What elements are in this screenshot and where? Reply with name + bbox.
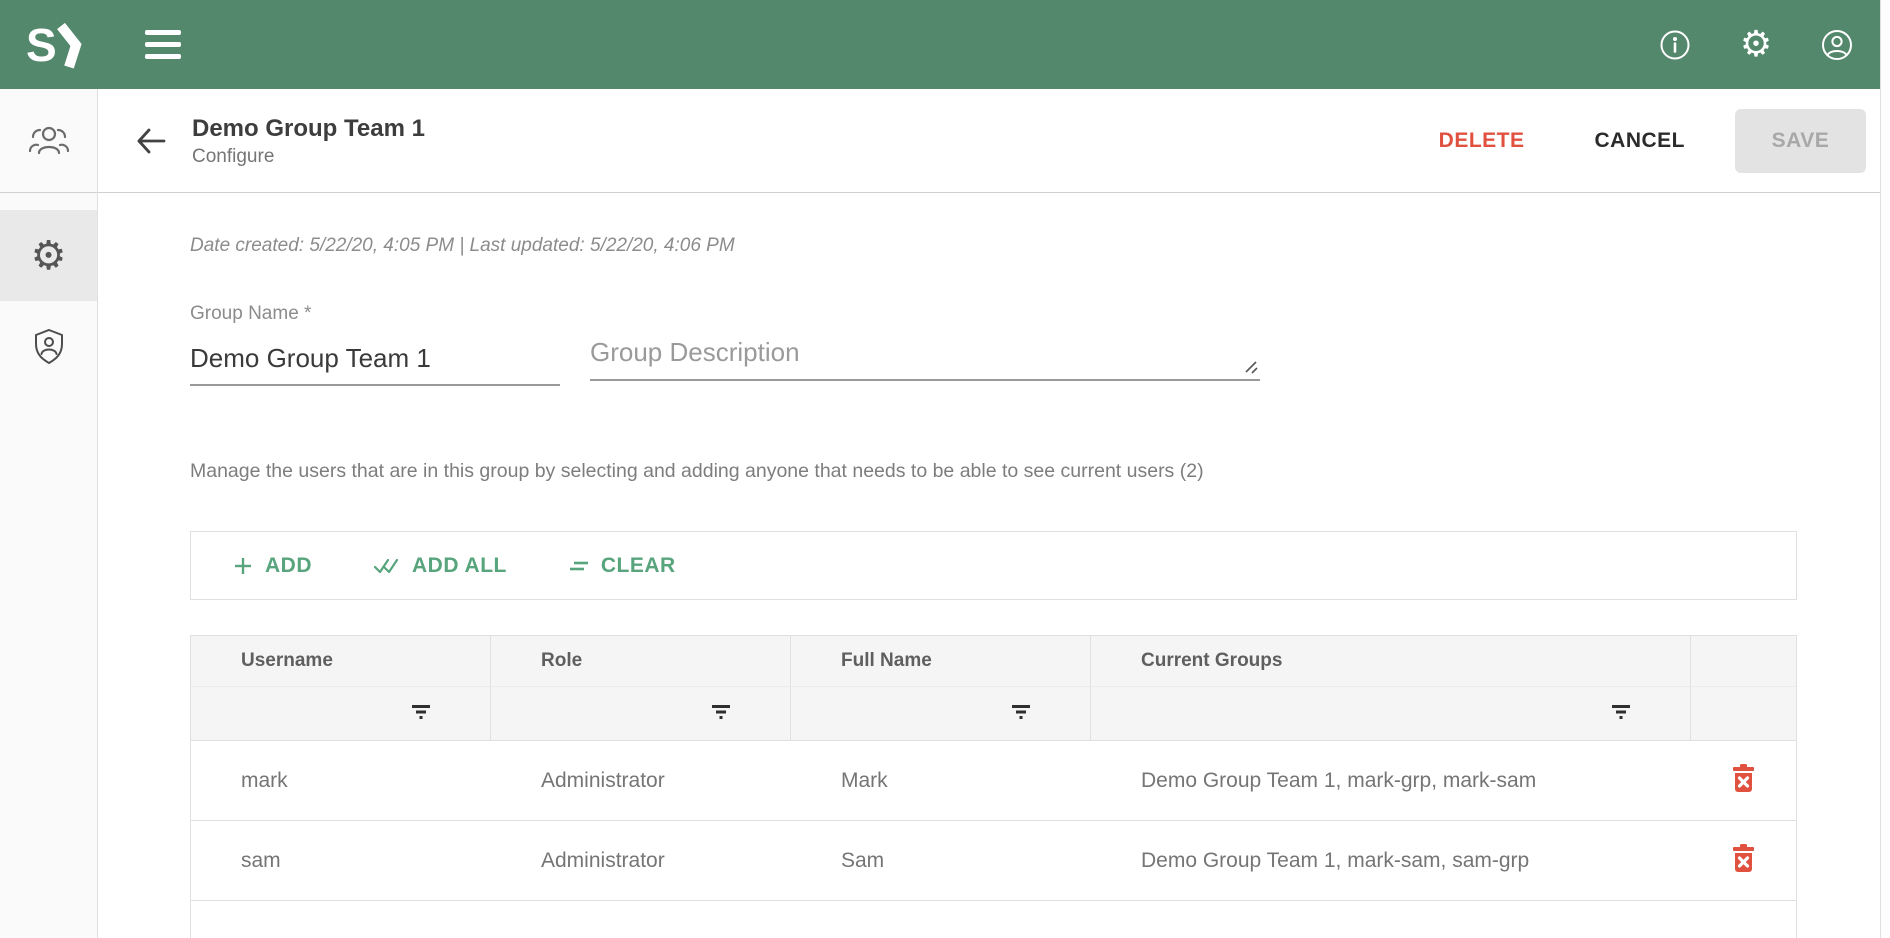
shield-user-icon — [31, 327, 67, 367]
group-name-label: Group Name * — [190, 303, 560, 325]
filter-current-groups-button[interactable] — [1607, 701, 1635, 726]
topbar-actions: ⚙ — [1658, 28, 1854, 62]
cell-username: sam — [191, 821, 491, 900]
filter-icon — [1011, 705, 1031, 719]
table-filter-row — [191, 686, 1796, 740]
column-header-username[interactable]: Username — [191, 636, 491, 686]
filter-icon — [1611, 705, 1631, 719]
column-header-actions — [1691, 636, 1796, 686]
cell-current-groups: Demo Group Team 1, mark-sam, sam-grp — [1091, 821, 1691, 900]
remove-user-button[interactable] — [1730, 844, 1757, 877]
info-icon[interactable] — [1658, 28, 1692, 62]
back-arrow-icon — [134, 124, 168, 158]
groups-icon — [27, 121, 71, 161]
cell-current-groups: Demo Group Team 1, mark-grp, mark-sam — [1091, 741, 1691, 820]
cell-role: Administrator — [491, 821, 791, 900]
sidebar-item-access-control[interactable] — [0, 301, 97, 392]
column-header-full-name[interactable]: Full Name — [791, 636, 1091, 686]
trash-icon — [1730, 764, 1757, 794]
back-button[interactable] — [134, 124, 168, 158]
table-row-partial — [191, 900, 1796, 938]
filter-full-name-button[interactable] — [1007, 701, 1035, 726]
add-all-button[interactable]: ADD ALL — [374, 554, 507, 578]
page-subtitle: Configure — [192, 146, 425, 168]
manage-users-description: Manage the users that are in this group … — [190, 460, 1880, 483]
gear-icon[interactable]: ⚙ — [1739, 28, 1773, 62]
cell-full-name: Mark — [791, 741, 1091, 820]
column-header-role[interactable]: Role — [491, 636, 791, 686]
filter-role-button[interactable] — [707, 701, 735, 726]
add-button-label: ADD — [265, 554, 312, 578]
scrollbar-track[interactable] — [1880, 0, 1890, 938]
filter-icon — [411, 705, 431, 719]
group-description-input[interactable] — [590, 329, 1260, 381]
logo-letter: S — [26, 22, 55, 68]
clear-button[interactable]: CLEAR — [569, 554, 676, 578]
logo-mark-icon — [57, 23, 83, 69]
content-area: Date created: 5/22/20, 4:05 PM | Last up… — [98, 193, 1880, 938]
sidebar-item-settings[interactable]: ⚙ — [0, 210, 97, 301]
table-header-row: Username Role Full Name Current Groups — [191, 636, 1796, 686]
clear-button-label: CLEAR — [601, 554, 676, 578]
table-row: mark Administrator Mark Demo Group Team … — [191, 740, 1796, 820]
app-logo: S — [26, 21, 83, 69]
account-icon[interactable] — [1820, 28, 1854, 62]
filter-username-button[interactable] — [407, 701, 435, 726]
remove-user-button[interactable] — [1730, 764, 1757, 797]
add-button[interactable]: ADD — [233, 554, 312, 578]
users-table: Username Role Full Name Current Groups — [190, 635, 1797, 938]
cancel-button[interactable]: CANCEL — [1575, 115, 1706, 167]
menu-icon[interactable] — [145, 30, 181, 59]
cell-username: mark — [191, 741, 491, 820]
cell-full-name: Sam — [791, 821, 1091, 900]
gear-icon: ⚙ — [31, 236, 67, 276]
page-header: Demo Group Team 1 Configure DELETE CANCE… — [98, 89, 1880, 193]
dates-meta-line: Date created: 5/22/20, 4:05 PM | Last up… — [190, 235, 1880, 257]
delete-button[interactable]: DELETE — [1419, 115, 1545, 167]
add-all-button-label: ADD ALL — [412, 554, 507, 578]
double-check-icon — [374, 557, 400, 575]
page-title: Demo Group Team 1 — [192, 114, 425, 144]
sidebar-item-groups[interactable] — [27, 121, 71, 161]
table-row: sam Administrator Sam Demo Group Team 1,… — [191, 820, 1796, 900]
resize-handle-icon[interactable] — [1245, 361, 1258, 374]
group-name-input[interactable] — [190, 339, 560, 386]
group-form-row: Group Name * — [190, 303, 1880, 386]
sidebar: ⚙ — [0, 89, 98, 938]
trash-icon — [1730, 844, 1757, 874]
top-app-bar: S ⚙ — [0, 0, 1890, 89]
column-header-current-groups[interactable]: Current Groups — [1091, 636, 1691, 686]
app-window: S ⚙ — [0, 0, 1890, 938]
clear-icon — [569, 558, 589, 574]
header-actions: DELETE CANCEL SAVE — [1419, 109, 1866, 173]
save-button[interactable]: SAVE — [1735, 109, 1866, 173]
cell-role: Administrator — [491, 741, 791, 820]
filter-icon — [711, 705, 731, 719]
users-grid-toolbar: ADD ADD ALL CLEAR — [190, 531, 1797, 600]
plus-icon — [233, 556, 253, 576]
